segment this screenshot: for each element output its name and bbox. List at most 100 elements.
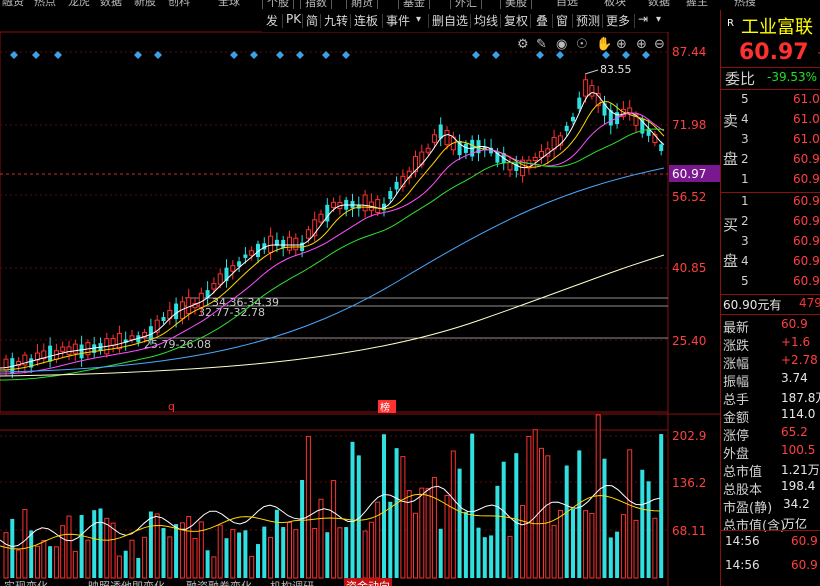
candle-down [577,97,582,109]
eye-icon[interactable]: ◉ [556,37,567,52]
tb-fa-button[interactable]: 发 [266,12,278,29]
price-axis-tick: 87.44 [672,45,706,59]
tb-event-button[interactable]: 事件 [386,12,410,29]
volume-bar-up [318,498,324,579]
candle-up [198,292,204,308]
current-price-label: 60.97 [672,167,706,181]
buy-price: 60.9 [793,234,820,248]
gear-icon[interactable]: ⚙ [517,37,529,52]
stat-value: 65.2 [781,425,808,439]
buy-price: 60.9 [793,194,820,208]
volume-bar-up [362,530,368,579]
candle-up [66,346,72,355]
top-nav-item[interactable]: 板块 [604,0,626,9]
top-nav-item[interactable]: 自选 [556,0,578,9]
minus-icon[interactable]: ⊖ [654,37,665,52]
tb-adjust-button[interactable]: 复权 [504,12,528,29]
tb-window-button[interactable]: 窗 [556,12,568,29]
stock-name: 工业富联 [741,17,813,38]
top-nav-item[interactable]: 美股 [500,0,532,9]
bottom-tab[interactable]: 资金动向 [344,578,392,586]
candle-up [217,273,223,285]
bottom-tab-bar: 实现变化 映照透他即变化 融资融券变化 机构调研 资金动向 [0,578,720,586]
tb-overlay-button[interactable]: 叠 [536,12,548,29]
kline-chart-area[interactable]: 87.44 71.98 56.52 40.85 25.40 60.97 202.9 136.2… [0,0,820,586]
top-nav-item[interactable]: 热点 [34,0,56,9]
tb-jiuzhuan-button[interactable]: 九转 [324,12,348,29]
top-nav-item[interactable]: 期货 [346,0,378,9]
candle-up [507,162,513,171]
volume-bar-up [589,513,595,579]
stat-label: 市盈(静) [723,501,773,516]
volume-bar-down [123,550,128,578]
volume-bar-down [646,481,651,578]
stat-value: 198.4 [781,479,816,493]
tb-pk-button[interactable]: PK [286,12,301,26]
tb-predict-button[interactable]: 预测 [576,12,600,29]
signal-diamond [536,51,544,59]
volume-bar-down [659,434,664,578]
volume-bar-up [431,477,437,579]
volume-bar-up [620,514,626,579]
candle-up [211,283,217,290]
top-nav-item[interactable]: 热搜 [734,0,756,9]
volume-bar-down [388,501,393,578]
top-nav-item[interactable]: 指数 [300,0,332,9]
sell-price: 60.9 [793,172,820,186]
volume-bar-up [249,555,255,579]
top-nav-item[interactable]: 龙虎 [68,0,90,9]
top-nav-item[interactable]: 握主 [686,0,708,9]
quote-panel: R 工业富联 60.97 + 委比 -39.53% 卖 盘 561.0 461.… [720,10,820,586]
stat-label: 金额 [723,411,750,426]
tb-remove-watchlist-button[interactable]: 删自选 [432,12,468,29]
tb-simple-button[interactable]: 简 [306,12,318,29]
tb-lianban-button[interactable]: 连板 [354,12,378,29]
buy-level: 2 [741,214,749,228]
candle-down [394,181,399,190]
top-nav-item[interactable]: 创科 [168,0,190,9]
top-nav-item[interactable]: 新股 [134,0,156,9]
volume-bar-up [539,447,544,579]
bottom-tab[interactable]: 实现变化 [4,578,48,586]
price-axis-tick: 56.52 [672,190,706,204]
chevron-down-icon[interactable]: ▾ [656,14,661,25]
volume-bar-up [652,517,658,579]
top-nav-item[interactable]: 数据 [648,0,670,9]
top-nav-item[interactable]: 全球 [218,0,240,9]
sell-row-2: 2 60.9 [721,152,820,172]
volume-bar-up [507,535,513,579]
stat-value: 34.2 [783,497,810,511]
candle-down [174,303,179,320]
top-nav-item[interactable]: 个股 [262,0,294,9]
bid-line-qty: 479 [799,296,820,310]
add-icon[interactable]: ⊕ [616,37,627,52]
pen-icon[interactable]: ✎ [536,37,547,52]
candle-up [186,297,192,314]
zoom-in-icon[interactable]: ⊕ [636,37,647,52]
stat-label: 总市值 [723,465,763,480]
bottom-tab[interactable]: 映照透他即变化 [88,578,165,586]
top-nav-item[interactable]: 基金 [398,0,430,9]
chevron-down-icon[interactable]: ▾ [416,14,421,25]
ma60-line [0,167,665,373]
price-axis-tick: 40.85 [672,261,706,275]
toolbar-divider [530,14,531,28]
sell-level: 3 [741,132,749,146]
tb-ma-button[interactable]: 均线 [474,12,498,29]
volume-bar-up [116,555,122,579]
tb-more-button[interactable]: 更多 [606,12,630,29]
collapse-panel-icon[interactable]: ⇥ [638,12,648,26]
toolbar-divider [552,14,553,28]
volume-axis-tick: 68.11 [672,524,706,538]
hand-icon[interactable]: ✋ [596,36,612,52]
top-nav-item[interactable]: 外汇 [450,0,482,9]
top-nav-item[interactable]: 数据 [100,0,122,9]
volume-bar-up [211,556,217,579]
volume-bar-up [66,515,72,579]
bottom-tab[interactable]: 融资融券变化 [186,578,252,586]
candle-up [110,337,116,346]
top-nav-item[interactable]: 融资 [2,0,24,9]
stat-row: 总市值(含) 万亿 [721,515,820,535]
eye-alt-icon[interactable]: ☉ [576,37,588,52]
bottom-tab[interactable]: 机构调研 [270,578,314,586]
